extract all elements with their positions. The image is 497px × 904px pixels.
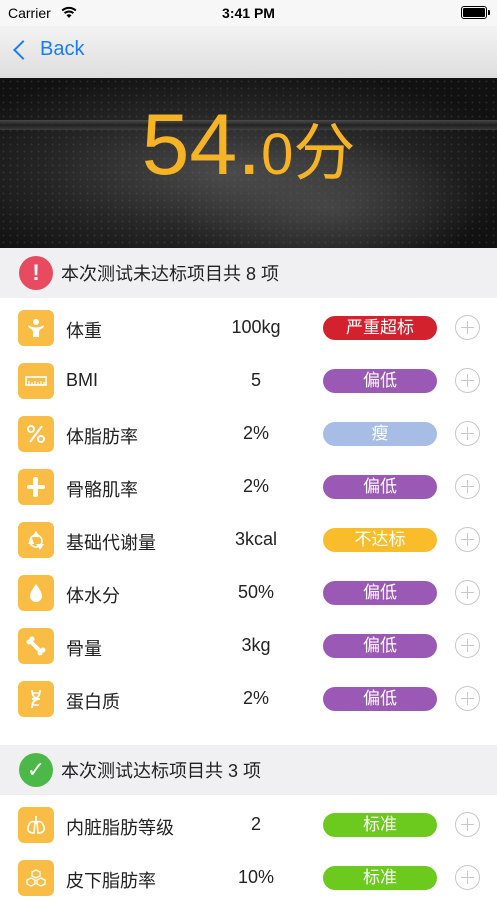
item-name: 骨量	[66, 639, 102, 659]
item-value: 2%	[242, 423, 269, 443]
pass-section-title: 本次测试达标项目共 3 项	[61, 761, 262, 781]
plus-circle-icon[interactable]	[455, 474, 480, 499]
list-item[interactable]: 骨量 3kg 偏低	[0, 619, 497, 672]
status-badge: 偏低	[323, 369, 437, 393]
fail-section-title: 本次测试未达标项目共 8 项	[61, 264, 280, 284]
item-name: BMI	[66, 370, 99, 390]
recycle-icon	[18, 522, 54, 558]
item-value: 50%	[237, 582, 275, 602]
list-item[interactable]: 内脏脂肪等级 2 标准	[0, 798, 497, 851]
item-value: 5	[250, 370, 261, 390]
fail-section-header: ! 本次测试未达标项目共 8 项	[0, 248, 497, 298]
pass-section-header: ✓ 本次测试达标项目共 3 项	[0, 745, 497, 795]
list-item[interactable]: 体脂肪率 2% 瘦	[0, 407, 497, 460]
status-badge: 偏低	[323, 687, 437, 711]
item-name: 体重	[66, 321, 102, 341]
item-value: 2%	[242, 476, 269, 496]
plus-circle-icon[interactable]	[455, 580, 480, 605]
honeycomb-icon	[18, 860, 54, 896]
percent-icon	[18, 416, 54, 452]
item-value: 3kg	[241, 635, 271, 655]
item-name: 基础代谢量	[66, 533, 156, 553]
plus-circle-icon[interactable]	[455, 633, 480, 658]
list-item[interactable]: 体重 100kg 严重超标	[0, 301, 497, 354]
item-value: 2	[250, 814, 261, 834]
status-badge: 偏低	[323, 634, 437, 658]
body-icon	[18, 310, 54, 346]
plus-circle-icon[interactable]	[455, 315, 480, 340]
status-badge: 标准	[323, 866, 437, 890]
item-value: 3kcal	[234, 529, 278, 549]
plus-circle-icon[interactable]	[455, 812, 480, 837]
plus-circle-icon[interactable]	[455, 368, 480, 393]
plus-circle-icon[interactable]	[455, 527, 480, 552]
status-bar: Carrier 3:41 PM	[0, 0, 497, 26]
chevron-left-icon	[13, 39, 33, 60]
battery-icon	[461, 6, 490, 19]
list-item[interactable]: 基础代谢量 3kcal 不达标	[0, 513, 497, 566]
status-badge: 严重超标	[323, 316, 437, 340]
score-value: 54.0分	[0, 96, 497, 195]
item-value: 10%	[237, 867, 275, 887]
list-item[interactable]: 皮下脂肪率 10% 标准	[0, 851, 497, 904]
dna-icon	[18, 681, 54, 717]
list-item[interactable]: 体水分 50% 偏低	[0, 566, 497, 619]
list-item[interactable]: 蛋白质 2% 偏低	[0, 672, 497, 725]
score-banner: 54.0分	[0, 78, 497, 250]
status-badge: 瘦	[323, 422, 437, 446]
navigation-bar: Back	[0, 26, 497, 79]
plus-circle-icon[interactable]	[455, 865, 480, 890]
back-button[interactable]: Back	[12, 38, 84, 61]
status-badge: 标准	[323, 813, 437, 837]
alert-icon: !	[19, 256, 53, 290]
lungs-icon	[18, 807, 54, 843]
item-value: 100kg	[231, 317, 281, 337]
list-item[interactable]: 骨骼肌率 2% 偏低	[0, 460, 497, 513]
item-name: 内脏脂肪等级	[66, 818, 174, 838]
score-decimal: 0	[261, 122, 294, 187]
back-label: Back	[40, 38, 85, 60]
item-name: 骨骼肌率	[66, 480, 138, 500]
item-name: 体水分	[66, 586, 120, 606]
item-name: 体脂肪率	[66, 427, 138, 447]
ruler-icon	[18, 363, 54, 399]
list-item[interactable]: BMI 5 偏低	[0, 354, 497, 407]
status-badge: 偏低	[323, 475, 437, 499]
water-drop-icon	[18, 575, 54, 611]
item-value: 2%	[242, 688, 269, 708]
plus-circle-icon[interactable]	[455, 686, 480, 711]
plus-circle-icon[interactable]	[455, 421, 480, 446]
clock: 3:41 PM	[222, 5, 275, 21]
check-icon: ✓	[19, 753, 53, 787]
score-integer: 54.	[141, 97, 262, 193]
score-unit: 分	[293, 119, 356, 188]
bone-joint-icon	[18, 469, 54, 505]
status-badge: 偏低	[323, 581, 437, 605]
item-name: 皮下脂肪率	[66, 871, 156, 891]
item-name: 蛋白质	[66, 692, 120, 712]
bone-icon	[18, 628, 54, 664]
status-badge: 不达标	[323, 528, 437, 552]
